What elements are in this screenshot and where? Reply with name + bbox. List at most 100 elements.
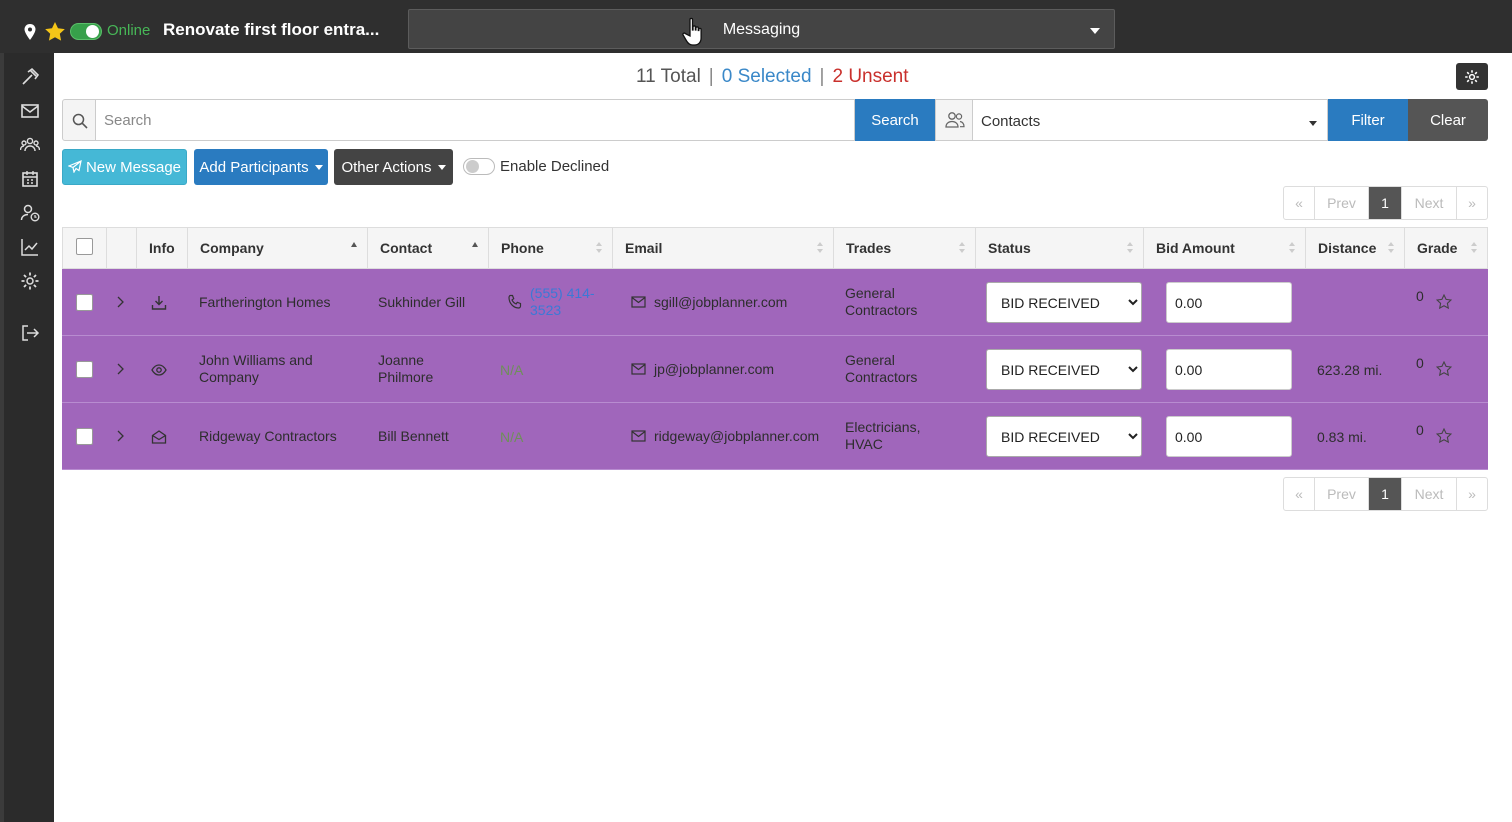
chevron-right-icon[interactable] [116, 296, 124, 308]
left-sidebar [0, 53, 54, 822]
new-message-label: New Message [85, 158, 182, 176]
actions-toolbar: New Message Add Participants Other Actio… [62, 149, 762, 185]
user-clock-icon[interactable] [20, 203, 40, 223]
clear-button[interactable]: Clear [1408, 99, 1488, 141]
header-distance-label: Distance [1318, 240, 1377, 256]
project-title[interactable]: Renovate first floor entra... [163, 20, 379, 40]
star-outline-icon[interactable] [1436, 428, 1452, 444]
page-current[interactable]: 1 [1369, 478, 1402, 510]
search-icon [72, 113, 88, 129]
page-first[interactable]: « [1284, 478, 1315, 510]
search-addon [62, 99, 96, 141]
sort-icon [1388, 242, 1394, 253]
toggle-knob [466, 160, 479, 173]
table-row[interactable]: Fartherington Homes Sukhinder Gill (555)… [62, 269, 1488, 336]
phone-number-line2[interactable]: 3523 [530, 302, 561, 318]
contact-name-line2: Philmore [378, 369, 434, 385]
users-icon[interactable] [20, 135, 40, 155]
bid-amount-input[interactable] [1166, 349, 1292, 390]
users-icon [945, 112, 965, 128]
header-select-all [63, 228, 107, 268]
table-header: Info Company Contact Phone Email Trades [62, 227, 1488, 269]
other-actions-button[interactable]: Other Actions [334, 149, 453, 185]
phone-na: N/A [500, 362, 524, 378]
count-separator: | [819, 66, 825, 87]
trades-line1: General [845, 352, 895, 368]
location-pin-icon[interactable] [23, 24, 37, 40]
chevron-right-icon[interactable] [116, 430, 124, 442]
search-input[interactable] [95, 99, 855, 141]
select-all-checkbox[interactable] [76, 238, 93, 255]
header-company[interactable]: Company [188, 228, 368, 268]
paper-plane-icon [67, 159, 82, 174]
add-participants-button[interactable]: Add Participants [194, 149, 328, 185]
enable-declined-toggle[interactable] [463, 158, 495, 175]
page-first[interactable]: « [1284, 187, 1315, 219]
calendar-icon[interactable] [20, 169, 40, 189]
page-last[interactable]: » [1457, 478, 1487, 510]
chevron-down-icon [1090, 28, 1100, 34]
bid-amount-input[interactable] [1166, 282, 1292, 323]
status-select[interactable]: BID RECEIVED [986, 349, 1142, 390]
pagination-top: « Prev 1 Next » [1283, 186, 1488, 220]
bid-amount-input[interactable] [1166, 416, 1292, 457]
table-row[interactable]: Ridgeway Contractors Bill Bennett N/A ri… [62, 403, 1488, 470]
sign-out-icon[interactable] [20, 323, 40, 343]
sort-icon [959, 242, 965, 253]
page-next[interactable]: Next [1402, 187, 1457, 219]
header-email-label: Email [625, 240, 663, 256]
download-icon [151, 296, 167, 310]
favorite-star-icon[interactable] [45, 22, 65, 41]
module-dropdown[interactable]: Messaging [408, 9, 1115, 49]
header-trades[interactable]: Trades [834, 228, 976, 268]
page-prev[interactable]: Prev [1315, 187, 1369, 219]
email-address[interactable]: jp@jobplanner.com [654, 361, 774, 377]
unsent-count[interactable]: 2 Unsent [832, 66, 908, 87]
star-outline-icon[interactable] [1436, 361, 1452, 377]
participant-counts: 11 Total | 0 Selected | 2 Unsent [636, 66, 909, 88]
sort-icon [1127, 242, 1133, 253]
gear-icon[interactable] [20, 271, 40, 291]
status-select[interactable]: BID RECEIVED [986, 282, 1142, 323]
sort-icon [817, 242, 823, 253]
page-last[interactable]: » [1457, 187, 1487, 219]
star-outline-icon[interactable] [1436, 294, 1452, 310]
caret-down-icon [437, 165, 446, 171]
envelope-icon [631, 296, 646, 308]
line-chart-icon[interactable] [20, 237, 40, 257]
filter-button[interactable]: Filter [1328, 99, 1408, 141]
chevron-right-icon[interactable] [116, 363, 124, 375]
page-prev[interactable]: Prev [1315, 478, 1369, 510]
new-message-button[interactable]: New Message [62, 149, 187, 185]
online-toggle[interactable] [70, 23, 102, 40]
table-row[interactable]: John Williams and Company Joanne Philmor… [62, 336, 1488, 403]
contact-name: Sukhinder Gill [378, 294, 466, 310]
header-status[interactable]: Status [976, 228, 1144, 268]
row-checkbox[interactable] [76, 361, 93, 378]
row-checkbox[interactable] [76, 428, 93, 445]
header-grade[interactable]: Grade [1405, 228, 1487, 268]
phone-number-line1[interactable]: (555) 414- [530, 285, 595, 301]
row-checkbox[interactable] [76, 294, 93, 311]
email-address[interactable]: ridgeway@jobplanner.com [654, 428, 819, 444]
page-next[interactable]: Next [1402, 478, 1457, 510]
caret-down-icon [314, 165, 323, 171]
settings-button[interactable] [1456, 63, 1488, 90]
email-address[interactable]: sgill@jobplanner.com [654, 294, 787, 310]
envelope-icon[interactable] [20, 101, 40, 121]
hammer-icon[interactable] [20, 67, 40, 87]
page-current[interactable]: 1 [1369, 187, 1402, 219]
sort-icon [596, 242, 602, 253]
header-bid-amount[interactable]: Bid Amount [1144, 228, 1306, 268]
contacts-filter-dropdown[interactable]: Contacts [972, 99, 1328, 141]
header-phone[interactable]: Phone [489, 228, 613, 268]
sort-asc-icon [351, 242, 357, 247]
header-email[interactable]: Email [613, 228, 834, 268]
search-button[interactable]: Search [855, 99, 935, 141]
grade-value: 0 [1416, 422, 1424, 438]
header-contact[interactable]: Contact [368, 228, 489, 268]
header-distance[interactable]: Distance [1306, 228, 1405, 268]
search-filter-bar: Search Contacts Filter Clear [62, 99, 1488, 141]
status-select[interactable]: BID RECEIVED [986, 416, 1142, 457]
contact-name-line1: Joanne [378, 352, 424, 368]
